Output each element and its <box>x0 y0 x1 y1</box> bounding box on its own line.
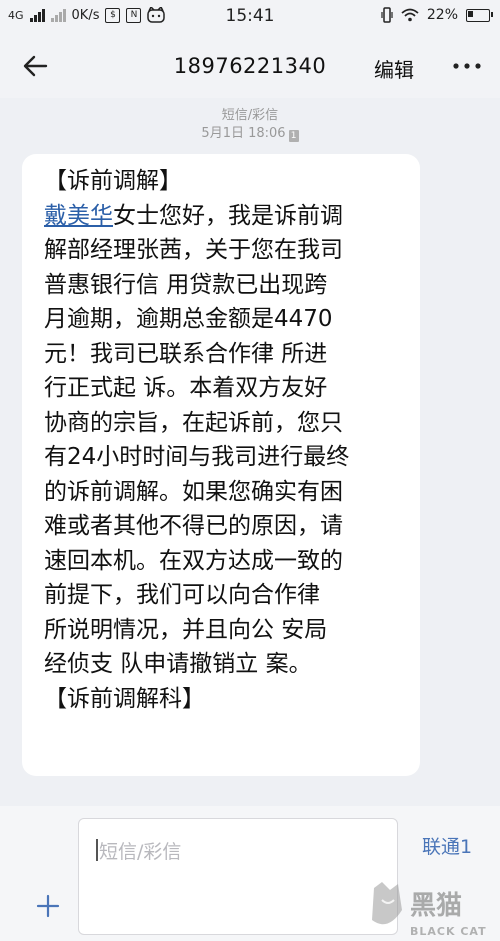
message-line: 元！我司已联系合作律 所进 <box>44 340 328 367</box>
message-line: 有24小时时间与我司进行最终 <box>44 444 350 470</box>
contact-name-link[interactable]: 戴美华 <box>44 203 113 229</box>
message-line: 所说明情况，并且向公 安局 <box>44 616 328 643</box>
battery-icon <box>466 8 493 22</box>
timestamp-text: 5月1日 18:06 <box>201 126 286 141</box>
message-line: 【诉前调解】 <box>44 168 182 194</box>
message-line: 的诉前调解。如果您确实有困 <box>44 478 343 505</box>
message-line-name: 戴美华女士您好，我是诉前调 <box>44 199 424 234</box>
edit-button[interactable]: 编辑 <box>374 54 414 83</box>
message-timestamp: 5月1日 18:06 1 <box>0 122 500 142</box>
add-attachment-icon[interactable] <box>36 894 60 918</box>
message-line: 普惠银行信 用贷款已出现跨 <box>44 271 328 298</box>
input-placeholder: 短信/彩信 <box>99 841 182 863</box>
message-line: 速回本机。在双方达成一致的 <box>44 547 343 574</box>
status-bar: 4G 0K/s $ N 15:41 22% <box>0 0 500 34</box>
more-options-icon[interactable] <box>450 48 484 84</box>
message-line: 行正式起 诉。本着双方友好 <box>44 375 328 401</box>
message-line: 月逾期，逾期总金额是4470 <box>44 306 333 332</box>
message-line: 【诉前调解科】 <box>44 685 205 712</box>
text-caret <box>96 839 98 861</box>
vibrate-icon <box>381 7 393 23</box>
sim-badge: 1 <box>288 130 299 142</box>
message-line: 协商的宗旨，在起诉前，您只 <box>44 409 343 436</box>
battery-percent: 22% <box>426 7 458 23</box>
message-bubble[interactable]: 【诉前调解】 戴美华女士您好，我是诉前调 解部经理张茜，关于您在我司 普惠银行信… <box>22 154 420 776</box>
message-line-text: 女士您好，我是诉前调 <box>113 202 343 229</box>
message-text: 【诉前调解】 戴美华女士您好，我是诉前调 解部经理张茜，关于您在我司 普惠银行信… <box>44 164 424 716</box>
status-right: 22% <box>381 7 493 23</box>
black-cat-watermark: 黑猫 BLACK CAT <box>372 882 487 938</box>
watermark-en: BLACK CAT <box>410 925 487 938</box>
contact-number: 18976221340 <box>173 54 327 78</box>
conversation-header: 18976221340 编辑 <box>0 34 500 98</box>
watermark-cn: 黑猫 <box>410 891 462 921</box>
message-line: 经侦支 队申请撤销立 案。 <box>44 651 312 677</box>
message-line: 难或者其他不得已的原因，请 <box>44 513 343 539</box>
message-line: 前提下，我们可以向合作律 <box>44 582 320 608</box>
sim-select-button[interactable]: 联通1 <box>422 832 472 859</box>
message-type-label: 短信/彩信 <box>221 108 279 123</box>
wifi-icon <box>401 8 419 22</box>
message-input[interactable]: 短信/彩信 <box>78 818 398 935</box>
message-line: 解部经理张茜，关于您在我司 <box>44 237 343 263</box>
